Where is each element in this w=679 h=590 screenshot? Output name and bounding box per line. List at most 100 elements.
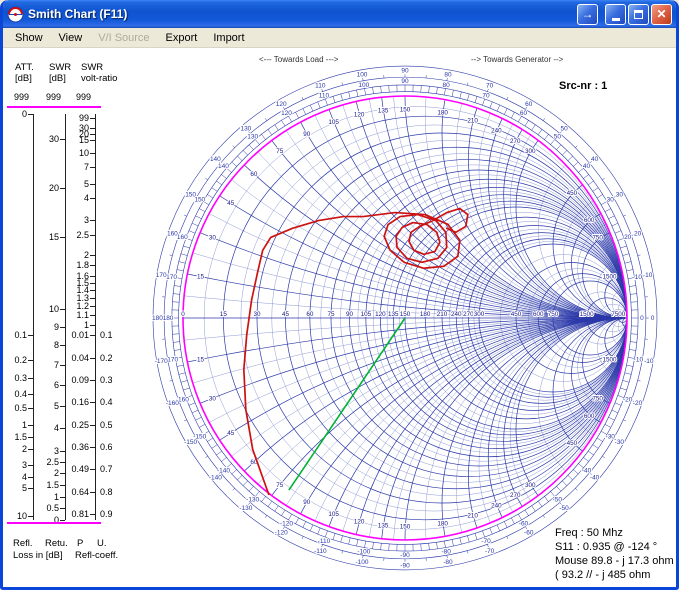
ruler-tick [90, 380, 95, 381]
status-s11: S11 : 0.935 @ -124 ° [555, 540, 674, 554]
smith-chart[interactable]: 0102030405060708090100110120130140150160… [150, 48, 679, 587]
minimize-icon [612, 18, 620, 21]
menu-item-v-i-source: V/I Source [90, 30, 157, 46]
ruler-u-label: 0.8 [100, 487, 113, 497]
svg-text:-130: -130 [239, 505, 252, 512]
ruler-u-label: 0.4 [100, 397, 113, 407]
ruler-tick [90, 276, 95, 277]
ruler-u-label: 0.2 [100, 353, 113, 363]
ruler-top-value: 999 [0, 92, 29, 102]
svg-text:80: 80 [444, 71, 452, 78]
svg-text:150: 150 [400, 311, 411, 318]
svg-text:100: 100 [358, 82, 369, 89]
svg-text:0: 0 [651, 315, 655, 322]
ruler-tick-label: 7 [29, 360, 59, 370]
ruler-tick [28, 394, 33, 395]
svg-text:150: 150 [400, 106, 411, 113]
svg-text:-130: -130 [246, 497, 259, 504]
ruler-tick [28, 335, 33, 336]
ruler-tick [90, 492, 95, 493]
svg-text:-50: -50 [559, 505, 569, 512]
ruler-tick-label: 1.1 [59, 310, 89, 320]
ruler-footer-label: Refl. [13, 538, 33, 549]
ruler-header: [dB] [49, 73, 66, 84]
svg-text:-120: -120 [280, 520, 293, 527]
ruler-tick-label: 5 [0, 483, 27, 493]
svg-text:150: 150 [185, 191, 196, 198]
ruler-p-label: 0.49 [59, 464, 89, 474]
ruler-footer-label: Retu. [45, 538, 68, 549]
menu-item-import[interactable]: Import [205, 30, 252, 46]
ruler-header: SWR [49, 62, 71, 73]
ruler-footer-label: U. [97, 538, 107, 549]
ruler-tick-label: 30 [29, 134, 59, 144]
svg-text:-170: -170 [155, 358, 168, 365]
svg-text:-70: -70 [481, 538, 491, 545]
minimize-button[interactable] [605, 4, 626, 25]
close-button[interactable]: ✕ [651, 4, 672, 25]
svg-text:450: 450 [511, 311, 522, 318]
ruler-tick [90, 298, 95, 299]
svg-text:1500: 1500 [580, 311, 595, 318]
ruler-tick-label: 20 [29, 183, 59, 193]
ruler-tick-label: 1.5 [0, 432, 27, 442]
svg-text:120: 120 [276, 101, 287, 108]
svg-text:300: 300 [525, 148, 536, 155]
svg-text:40: 40 [591, 156, 599, 163]
towards-load-label: <--- Towards Load ---> [259, 55, 338, 64]
ruler-marker-line [7, 106, 101, 108]
ruler-tick-label: 1.8 [59, 260, 89, 270]
svg-text:-90: -90 [400, 552, 410, 559]
forward-button[interactable]: → [577, 4, 598, 25]
svg-text:210: 210 [437, 311, 448, 318]
maximize-button[interactable] [628, 4, 649, 25]
svg-text:40: 40 [583, 163, 591, 170]
svg-text:120: 120 [354, 111, 365, 118]
svg-text:180: 180 [437, 110, 448, 117]
svg-text:750: 750 [592, 395, 603, 402]
svg-text:10: 10 [645, 272, 653, 279]
svg-text:-20: -20 [633, 400, 643, 407]
ruler-tick [60, 497, 65, 498]
ruler-footer-label: Refl-coeff. [75, 550, 118, 561]
impedance-grid [150, 48, 679, 587]
ruler-tick-label: 4 [59, 193, 89, 203]
svg-text:-50: -50 [553, 497, 563, 504]
svg-text:130: 130 [240, 126, 251, 133]
title-bar[interactable]: Smith Chart (F11) → ✕ [3, 0, 676, 28]
svg-text:105: 105 [361, 311, 372, 318]
svg-text:600: 600 [584, 217, 595, 224]
svg-text:-20: -20 [623, 396, 633, 403]
svg-text:180: 180 [152, 315, 163, 322]
svg-text:80: 80 [443, 82, 451, 89]
ruler-tick-label: 2 [0, 444, 27, 454]
svg-text:30: 30 [253, 311, 261, 318]
ruler-tick-label: 3 [59, 215, 89, 225]
ruler-tick-label: 3 [0, 460, 27, 470]
menu-item-view[interactable]: View [51, 30, 91, 46]
svg-text:-140: -140 [209, 474, 222, 481]
ruler-p-label: 0.16 [59, 397, 89, 407]
menu-item-show[interactable]: Show [7, 30, 51, 46]
svg-text:270: 270 [510, 492, 521, 499]
svg-text:75: 75 [276, 148, 284, 155]
ruler-tick-label: 10 [0, 511, 27, 521]
client-area: ATT.[dB]SWR[dB]SWRvolt-ratio99999999900.… [3, 48, 676, 587]
ruler-tick-label: 99 [59, 113, 89, 123]
ruler-tick [60, 365, 65, 366]
ruler-footer-label: P [77, 538, 83, 549]
menu-item-export[interactable]: Export [158, 30, 206, 46]
svg-text:90: 90 [303, 499, 311, 506]
ruler-u-label: 0.3 [100, 375, 113, 385]
svg-text:-100: -100 [357, 549, 370, 556]
svg-text:90: 90 [303, 131, 311, 138]
ruler-tick-label: 5 [59, 179, 89, 189]
status-mouse-parallel: ( 93.2 // - j 485 ohm [555, 568, 674, 582]
svg-text:-70: -70 [485, 548, 495, 555]
svg-text:30: 30 [209, 395, 217, 402]
svg-text:-10: -10 [634, 356, 644, 363]
svg-text:130: 130 [247, 134, 258, 141]
ruler-header: SWR [81, 62, 103, 73]
ruler-u-label: 0.7 [100, 464, 113, 474]
ruler-footer-label: Loss in [dB] [13, 550, 63, 561]
